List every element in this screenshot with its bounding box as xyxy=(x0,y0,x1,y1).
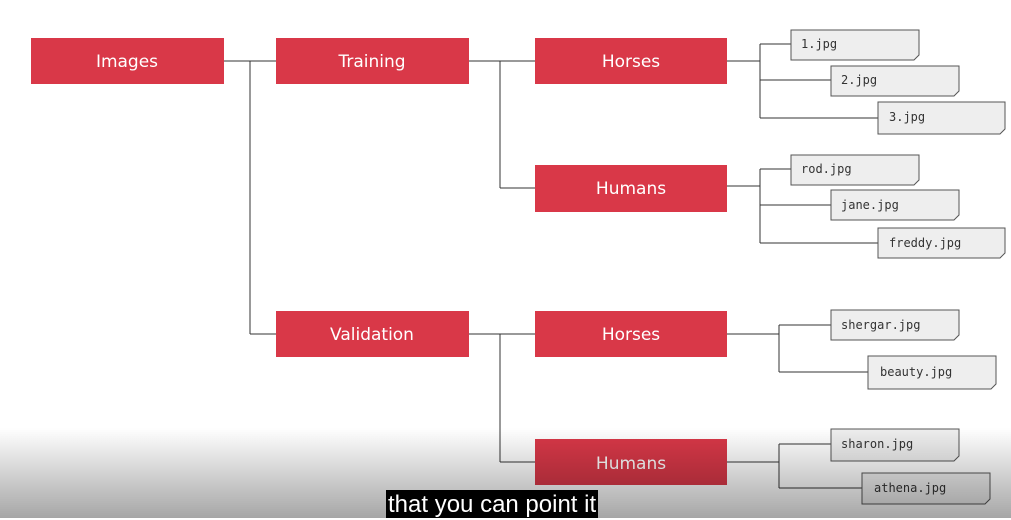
file-label: 1.jpg xyxy=(801,37,837,51)
folder-training-humans[interactable]: Humans xyxy=(535,165,727,212)
connector-validation xyxy=(469,333,535,463)
file-jane-jpg[interactable]: jane.jpg xyxy=(830,189,960,221)
file-label: jane.jpg xyxy=(841,198,899,212)
file-1-jpg[interactable]: 1.jpg xyxy=(790,29,920,61)
file-label: sharon.jpg xyxy=(841,437,913,451)
folder-training-label: Training xyxy=(337,52,405,72)
file-label: rod.jpg xyxy=(801,162,852,176)
folder-validation-humans-label: Humans xyxy=(596,454,666,474)
file-shergar-jpg[interactable]: shergar.jpg xyxy=(830,309,960,341)
file-label: 3.jpg xyxy=(889,110,925,124)
folder-validation-label: Validation xyxy=(330,325,414,345)
folder-images[interactable]: Images xyxy=(31,38,224,84)
folder-training-humans-label: Humans xyxy=(596,179,666,199)
folder-validation-horses[interactable]: Horses xyxy=(535,311,727,357)
file-label: shergar.jpg xyxy=(841,318,920,332)
folder-training[interactable]: Training xyxy=(276,38,469,84)
connector-root xyxy=(224,60,276,335)
file-label: athena.jpg xyxy=(874,481,946,495)
file-sharon-jpg[interactable]: sharon.jpg xyxy=(830,428,960,462)
file-2-jpg[interactable]: 2.jpg xyxy=(830,65,960,97)
file-3-jpg[interactable]: 3.jpg xyxy=(877,101,1006,135)
folder-validation-humans[interactable]: Humans xyxy=(535,439,727,485)
connectors xyxy=(224,43,878,489)
folder-validation-horses-label: Horses xyxy=(602,325,660,345)
directory-tree-diagram: Images Training Horses Humans Validation… xyxy=(31,29,1006,505)
connector-training xyxy=(469,60,535,189)
subtitle-caption: that you can point it xyxy=(386,490,599,518)
folder-training-horses[interactable]: Horses xyxy=(535,38,727,84)
folder-validation[interactable]: Validation xyxy=(276,311,469,357)
folder-images-label: Images xyxy=(96,52,158,72)
file-label: beauty.jpg xyxy=(880,365,952,379)
file-athena-jpg[interactable]: athena.jpg xyxy=(861,472,991,505)
file-label: freddy.jpg xyxy=(889,236,961,250)
folder-training-horses-label: Horses xyxy=(602,52,660,72)
file-label: 2.jpg xyxy=(841,73,877,87)
file-rod-jpg[interactable]: rod.jpg xyxy=(790,154,920,186)
file-freddy-jpg[interactable]: freddy.jpg xyxy=(877,227,1006,259)
file-beauty-jpg[interactable]: beauty.jpg xyxy=(867,355,997,390)
